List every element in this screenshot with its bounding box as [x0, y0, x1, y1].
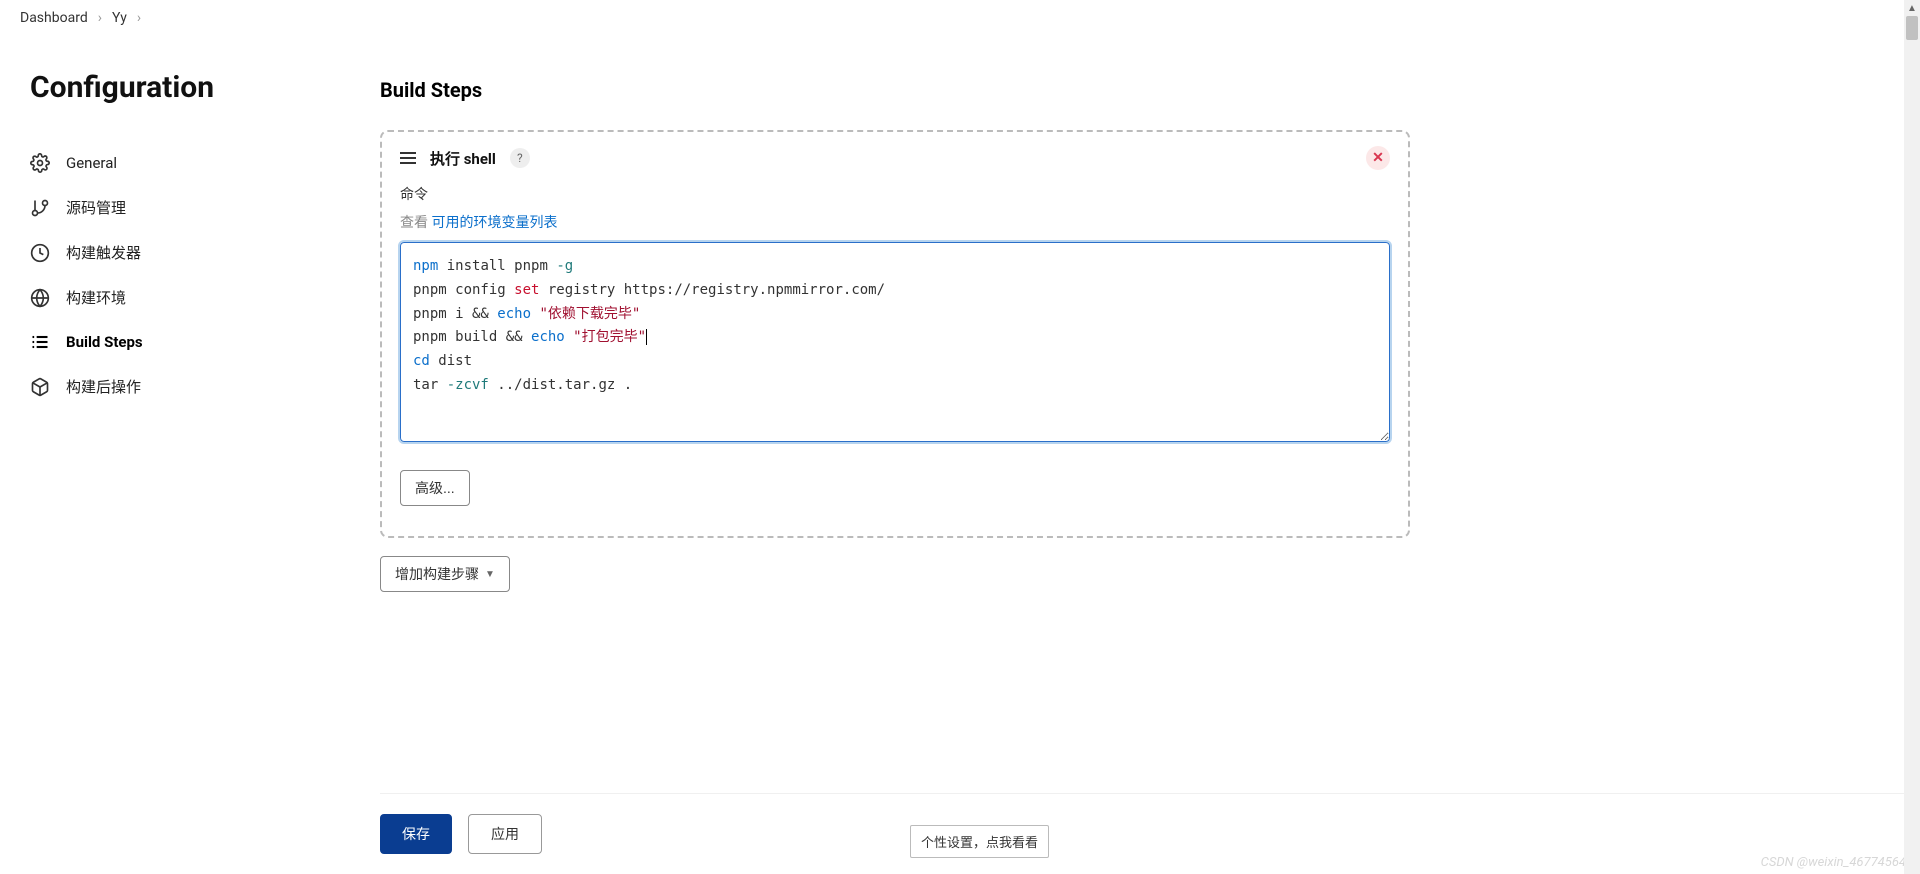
gear-icon [30, 153, 50, 173]
chevron-down-icon: ▼ [485, 569, 495, 580]
sidebar: Configuration General 源码管理 构建触发器 [0, 40, 380, 874]
breadcrumb-item-dashboard[interactable]: Dashboard [20, 10, 88, 26]
content: Build Steps 执行 shell ? ✕ 命令 查看 可用的环境变量列表… [380, 40, 1920, 874]
step-title: 执行 shell [430, 148, 496, 169]
env-vars-link[interactable]: 可用的环境变量列表 [431, 215, 557, 231]
scroll-up-icon[interactable]: ▲ [1904, 0, 1920, 16]
sidebar-item-build-steps[interactable]: Build Steps [30, 320, 350, 364]
sidebar-item-triggers[interactable]: 构建触发器 [30, 230, 350, 275]
section-title: Build Steps [380, 78, 1410, 102]
branch-icon [30, 198, 50, 218]
add-build-step-label: 增加构建步骤 [395, 564, 479, 584]
build-step-card: 执行 shell ? ✕ 命令 查看 可用的环境变量列表 npm install… [380, 130, 1410, 538]
sidebar-item-scm[interactable]: 源码管理 [30, 185, 350, 230]
settings-popup-hint[interactable]: 个性设置，点我看看 [910, 825, 1049, 858]
advanced-button-label: 高级... [415, 478, 455, 498]
clock-icon [30, 243, 50, 263]
footer-bar: 保存 应用 [380, 793, 1920, 874]
steps-icon [30, 332, 50, 352]
command-label: 命令 [400, 184, 1390, 204]
drag-handle-icon[interactable] [400, 152, 416, 164]
apply-button[interactable]: 应用 [468, 814, 542, 854]
sidebar-item-label: 构建触发器 [66, 242, 141, 263]
globe-icon [30, 288, 50, 308]
shell-command-input[interactable]: npm install pnpm -g pnpm config set regi… [400, 242, 1390, 442]
step-header: 执行 shell ? ✕ [400, 146, 1390, 170]
sidebar-item-label: General [66, 154, 117, 172]
advanced-button[interactable]: 高级... [400, 470, 470, 506]
sidebar-item-label: 源码管理 [66, 197, 126, 218]
breadcrumb-item-project[interactable]: Yy [112, 10, 127, 26]
scrollbar-thumb[interactable] [1906, 16, 1918, 40]
sidebar-item-label: Build Steps [66, 333, 143, 351]
sidebar-item-postbuild[interactable]: 构建后操作 [30, 364, 350, 409]
sidebar-item-label: 构建环境 [66, 287, 126, 308]
watermark: CSDN @weixin_46774564 [1761, 855, 1906, 870]
add-build-step-button[interactable]: 增加构建步骤 ▼ [380, 556, 510, 592]
sidebar-item-env[interactable]: 构建环境 [30, 275, 350, 320]
package-icon [30, 377, 50, 397]
save-button[interactable]: 保存 [380, 814, 452, 854]
chevron-right-icon: › [137, 10, 141, 26]
breadcrumb: Dashboard › Yy › [0, 0, 1920, 40]
sidebar-item-label: 构建后操作 [66, 376, 141, 397]
sidebar-item-general[interactable]: General [30, 141, 350, 185]
scrollbar[interactable]: ▲ [1904, 0, 1920, 874]
env-vars-help: 查看 可用的环境变量列表 [400, 212, 1390, 232]
chevron-right-icon: › [98, 10, 102, 26]
help-prefix: 查看 [400, 215, 431, 231]
help-icon[interactable]: ? [510, 148, 530, 168]
close-icon[interactable]: ✕ [1366, 146, 1390, 170]
sidebar-title: Configuration [30, 70, 350, 105]
